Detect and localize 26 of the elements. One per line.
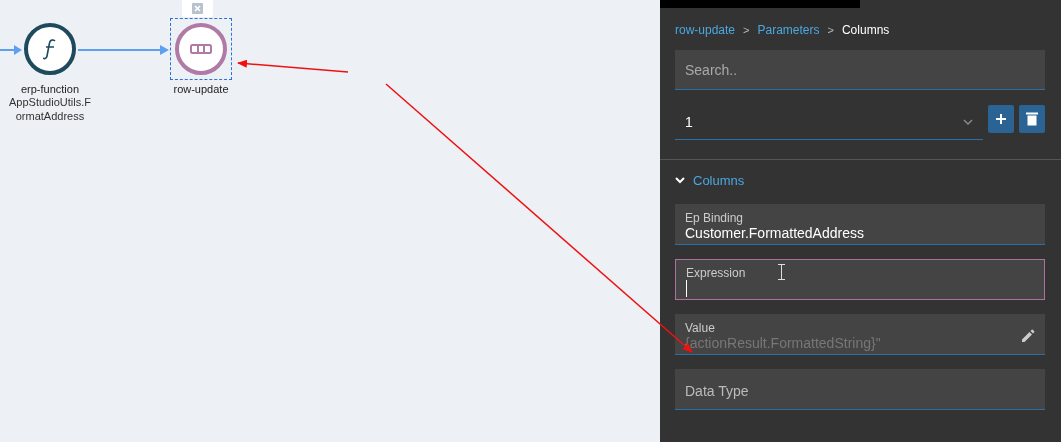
delete-button[interactable] — [1019, 105, 1045, 133]
section-header[interactable]: Columns — [675, 173, 1045, 188]
dropdown[interactable]: 1 — [675, 105, 983, 140]
input-field[interactable]: Data Type — [675, 369, 1045, 410]
input-field[interactable]: Ep Binding Customer.FormattedAddress — [675, 204, 1045, 245]
text-cursor-icon — [778, 264, 785, 280]
breadcrumb-item[interactable]: row-update — [675, 23, 736, 37]
breadcrumb-separator: > — [743, 24, 750, 36]
node-title: erp-function — [20, 83, 80, 95]
breadcrumb-item[interactable]: Columns — [841, 23, 890, 37]
function-icon — [43, 38, 57, 60]
close-icon — [192, 3, 203, 14]
trash-icon — [1026, 112, 1038, 126]
node[interactable] — [170, 18, 232, 80]
breadcrumb-item[interactable]: Parameters — [757, 23, 820, 37]
pencil-icon[interactable] — [1021, 329, 1035, 343]
input-field[interactable]: Expression — [675, 259, 1045, 300]
node-subtitle: AppStudioUtils.FormatAddress — [8, 95, 92, 123]
add-button[interactable] — [988, 105, 1014, 133]
chevron-down-icon — [963, 119, 973, 125]
plus-icon — [995, 113, 1007, 125]
breadcrumb-separator: > — [827, 24, 834, 36]
node-title: row-update — [173, 83, 229, 95]
chevron-down-icon — [675, 177, 685, 184]
search-field[interactable]: Search.. — [675, 50, 1045, 90]
row-icon — [190, 44, 212, 54]
